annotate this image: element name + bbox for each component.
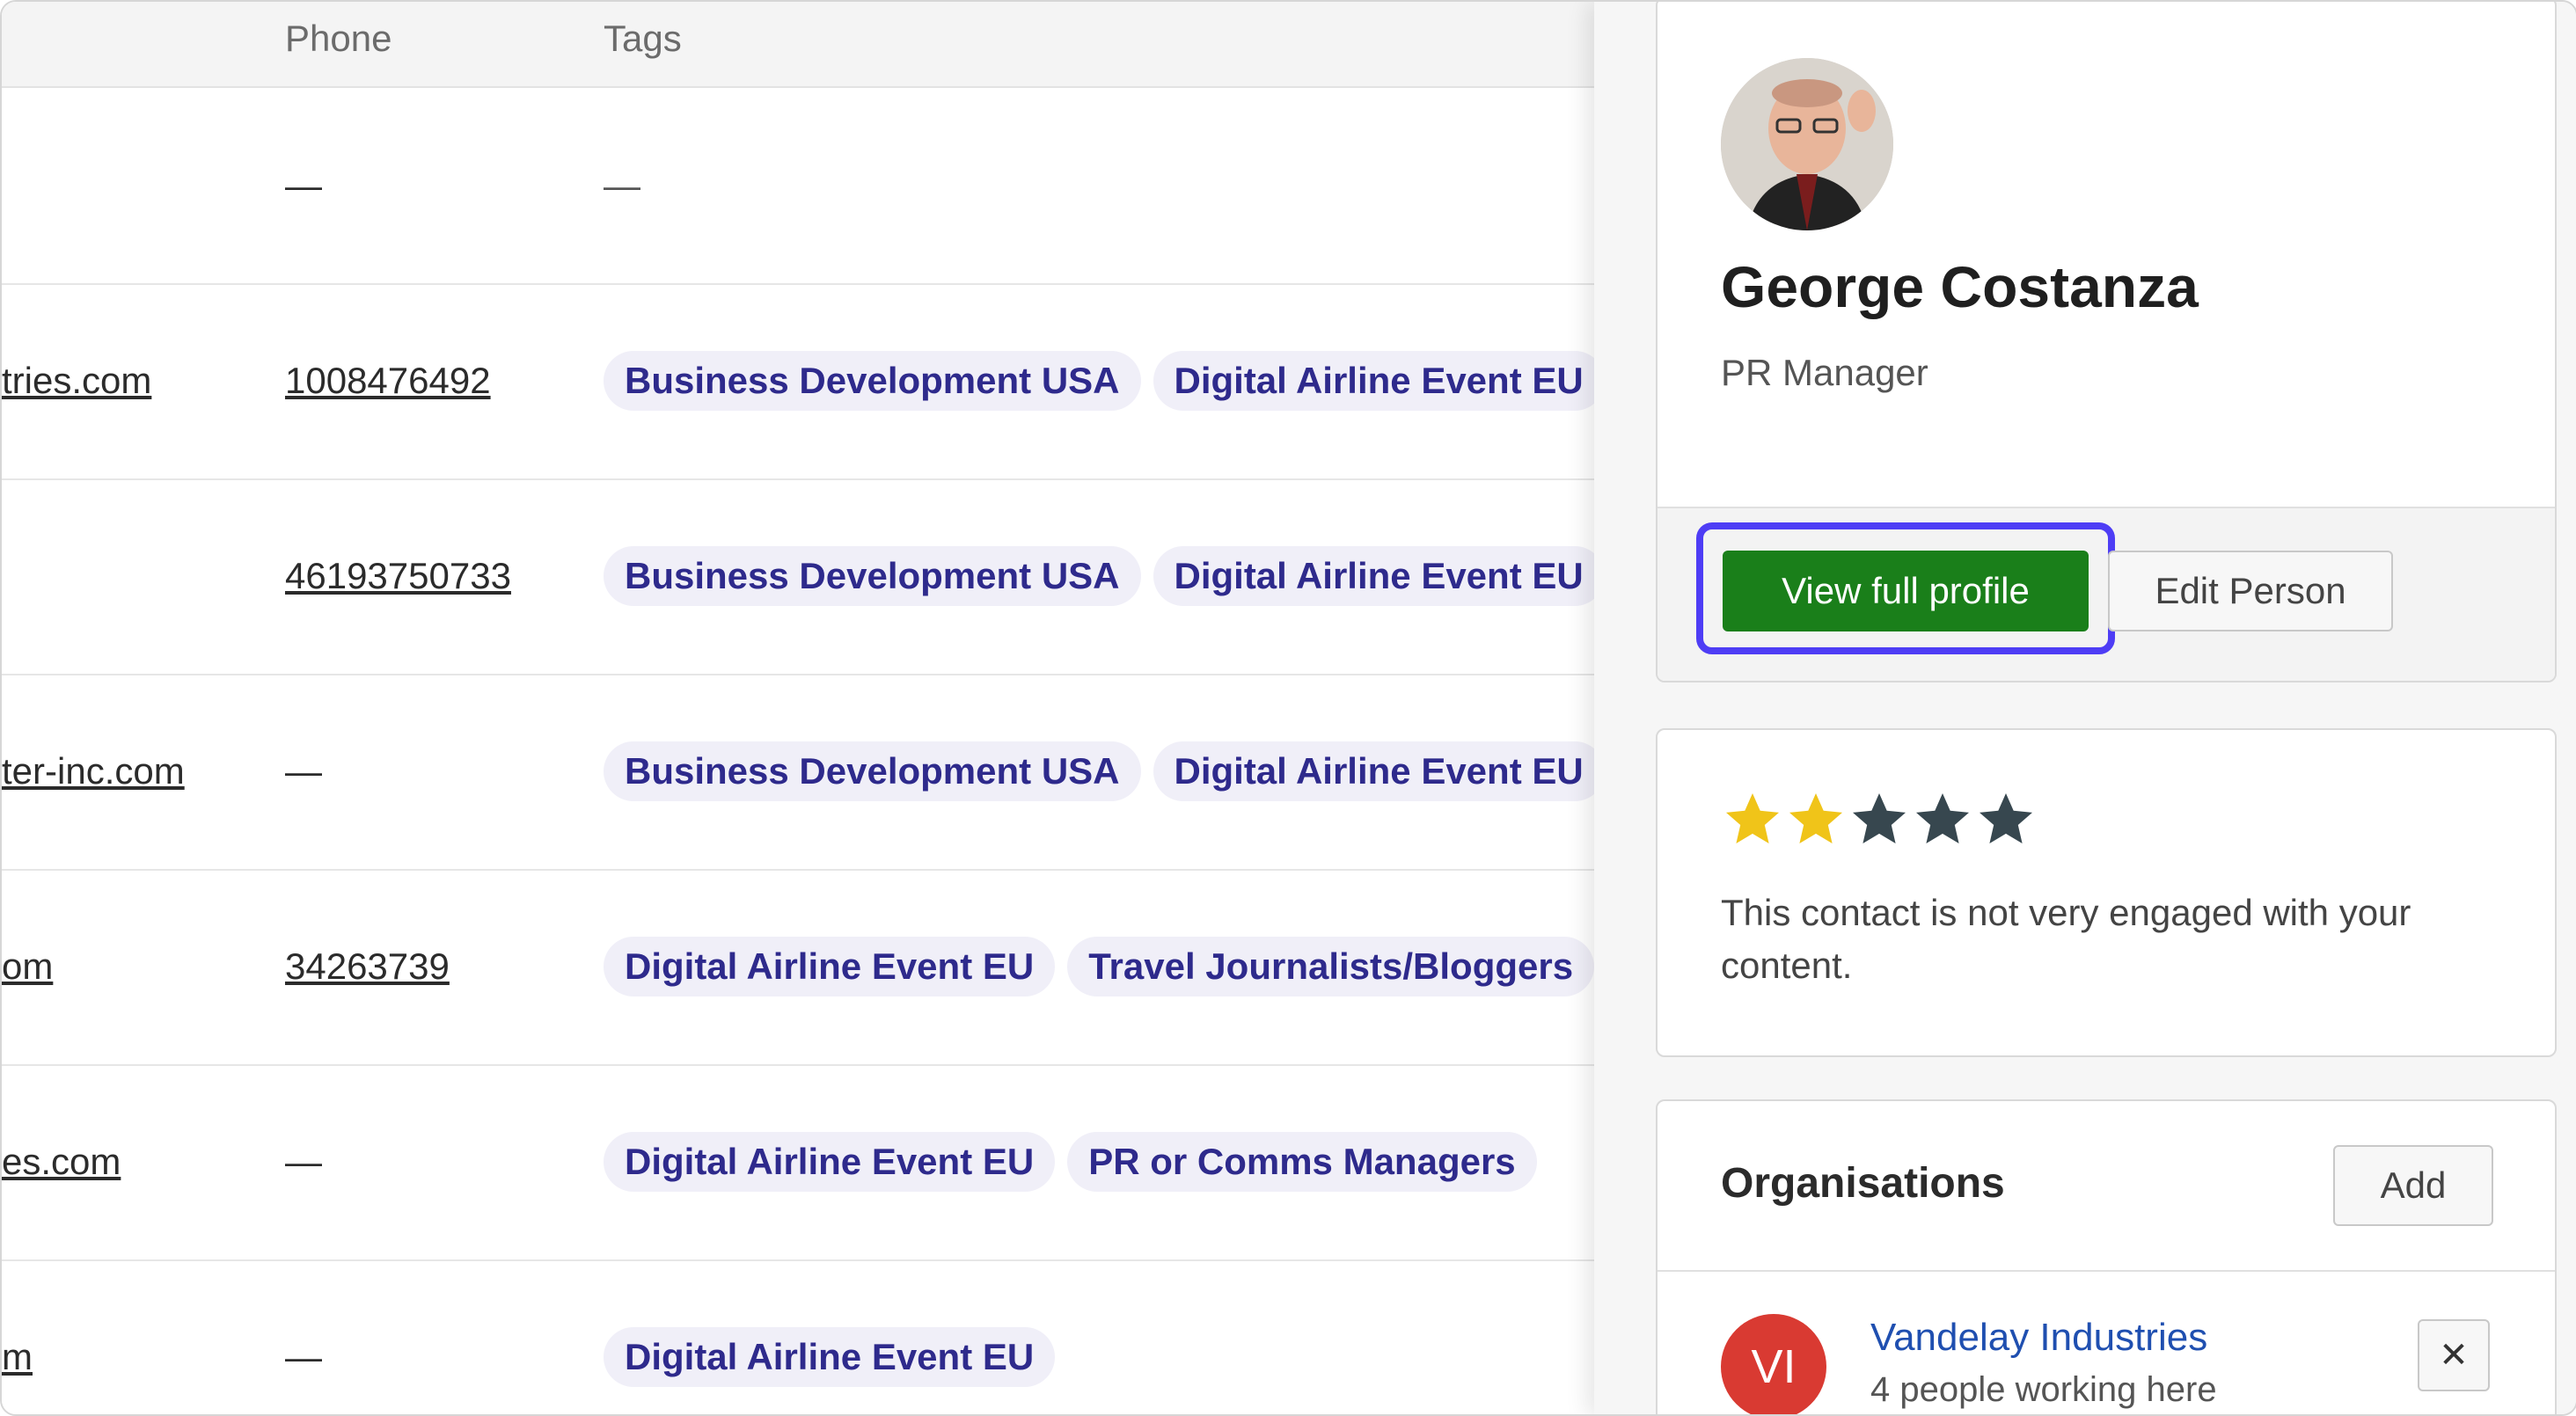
organisations-header: Organisations Add xyxy=(1658,1101,2555,1272)
engagement-rating xyxy=(1721,788,2038,851)
tag-chip[interactable]: Business Development USA xyxy=(604,546,1141,606)
star-empty-icon xyxy=(1853,793,1906,843)
org-name-link[interactable]: Vandelay Industries xyxy=(1870,1316,2207,1360)
tags-cell: Digital Airline Event EU Travel Journalis… xyxy=(604,937,1595,996)
tag-chip[interactable]: Digital Airline Event EU xyxy=(1153,741,1605,801)
phone-cell: — xyxy=(285,1336,322,1377)
tag-chip[interactable]: Digital Airline Event EU xyxy=(1153,351,1605,411)
tags-cell: Business Development USA Digital Airline … xyxy=(604,741,1605,801)
person-photo xyxy=(1721,58,1893,230)
org-people-count: 4 people working here xyxy=(1870,1370,2217,1409)
add-organisation-button[interactable]: Add xyxy=(2333,1145,2493,1226)
tag-chip[interactable]: Digital Airline Event EU xyxy=(604,1132,1056,1192)
tags-cell: — xyxy=(604,164,640,207)
phone-cell: — xyxy=(285,164,322,206)
table-row[interactable]: es.com — Digital Airline Event EU PR or Com… xyxy=(2,1064,1594,1261)
phone-cell[interactable]: 1008476492 xyxy=(285,360,491,402)
tag-chip[interactable]: Business Development USA xyxy=(604,351,1141,411)
table-row[interactable]: — — xyxy=(2,88,1594,285)
empty-tags: — xyxy=(604,164,640,206)
table-row[interactable]: 46193750733 Business Development USA Digit… xyxy=(2,478,1605,675)
star-filled-icon xyxy=(1726,793,1779,843)
avatar xyxy=(1721,58,1893,230)
table-row[interactable]: om 34263739 Digital Airline Event EU Travel… xyxy=(2,869,1595,1066)
email-link[interactable]: om xyxy=(2,945,53,988)
app-window: Phone Tags — — tries.com 1008476492 Business… xyxy=(0,0,2576,1416)
phone-cell: — xyxy=(285,750,322,792)
person-role: PR Manager xyxy=(1721,352,1928,393)
table-row[interactable]: tries.com 1008476492 Business Development … xyxy=(2,283,1605,480)
organisations-card: Organisations Add VI Vandelay Industries… xyxy=(1656,1099,2557,1414)
profile-card: George Costanza PR Manager View full pro… xyxy=(1656,2,2557,682)
email-link[interactable]: tries.com xyxy=(2,360,151,402)
tags-cell: Digital Airline Event EU PR or Comms Mana… xyxy=(604,1132,1537,1192)
remove-organisation-button[interactable]: ✕ xyxy=(2418,1319,2490,1391)
table-row[interactable]: m — Digital Airline Event EU xyxy=(2,1259,1594,1414)
phone-cell: — xyxy=(285,1141,322,1182)
table-row[interactable]: ter-inc.com — Business Development USA Digi… xyxy=(2,674,1605,871)
phone-cell[interactable]: 34263739 xyxy=(285,945,450,988)
view-full-profile-button[interactable]: View full profile xyxy=(1723,551,2089,631)
tags-cell: Digital Airline Event EU xyxy=(604,1327,1056,1387)
engagement-card: This contact is not very engaged with yo… xyxy=(1656,728,2557,1057)
profile-actions: View full profile Edit Person xyxy=(1658,507,2555,681)
email-link[interactable]: es.com xyxy=(2,1141,121,1183)
tags-cell: Business Development USA Digital Airline … xyxy=(604,546,1605,606)
contact-detail-panel: George Costanza PR Manager View full pro… xyxy=(1594,2,2576,1414)
tag-chip[interactable]: Digital Airline Event EU xyxy=(604,1327,1056,1387)
tag-chip[interactable]: Travel Journalists/Bloggers xyxy=(1067,937,1595,996)
contacts-table: Phone Tags — — tries.com 1008476492 Business… xyxy=(2,2,1605,1414)
star-filled-icon xyxy=(1789,793,1842,843)
star-empty-icon xyxy=(1980,793,2032,843)
tag-chip[interactable]: PR or Comms Managers xyxy=(1067,1132,1537,1192)
person-name: George Costanza xyxy=(1721,254,2199,319)
tag-chip[interactable]: Business Development USA xyxy=(604,741,1141,801)
engagement-text: This contact is not very engaged with yo… xyxy=(1721,892,2411,986)
email-link[interactable]: ter-inc.com xyxy=(2,750,185,792)
column-header-phone[interactable]: Phone xyxy=(285,18,392,60)
star-empty-icon xyxy=(1916,793,1969,843)
column-header-tags[interactable]: Tags xyxy=(604,18,682,60)
email-link[interactable]: m xyxy=(2,1336,33,1378)
organisations-title: Organisations xyxy=(1721,1160,2005,1207)
org-avatar: VI xyxy=(1721,1314,1826,1414)
edit-person-button[interactable]: Edit Person xyxy=(2108,551,2393,631)
tags-cell: Business Development USA Digital Airline … xyxy=(604,351,1605,411)
tag-chip[interactable]: Digital Airline Event EU xyxy=(604,937,1056,996)
tag-chip[interactable]: Digital Airline Event EU xyxy=(1153,546,1605,606)
table-header: Phone Tags xyxy=(2,2,1594,88)
phone-cell[interactable]: 46193750733 xyxy=(285,555,511,597)
